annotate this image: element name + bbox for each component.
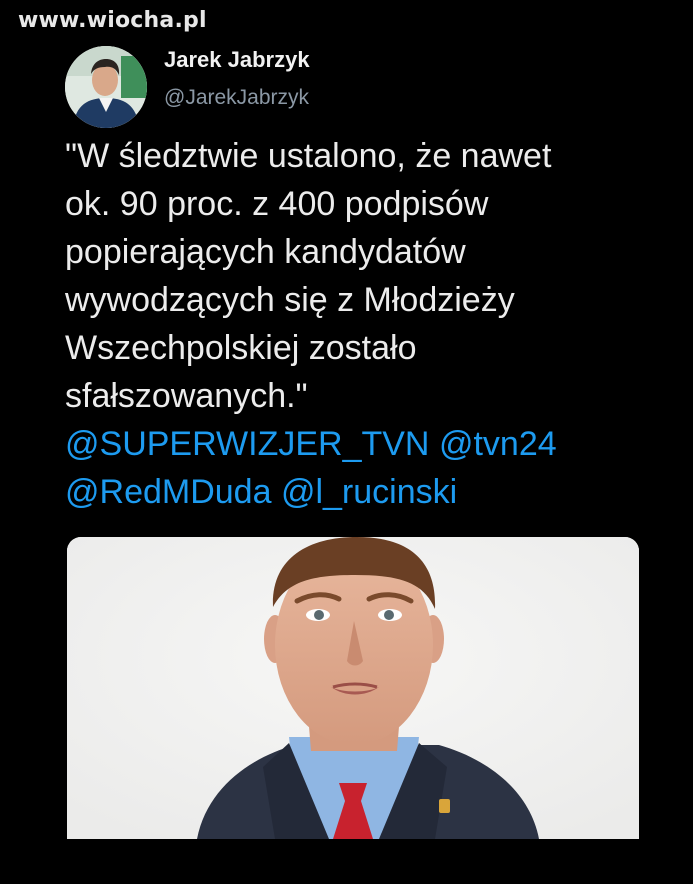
tweet: Jarek Jabrzyk @JarekJabrzyk "W śledztwie… <box>65 40 645 511</box>
tweet-mentions: @SUPERWIZJER_TVN @tvn24 @RedMDuda @l_ruc… <box>65 420 645 516</box>
mention-link[interactable]: @SUPERWIZJER_TVN <box>65 425 430 463</box>
mention-link[interactable]: @RedMDuda <box>65 473 272 511</box>
author-handle[interactable]: @JarekJabrzyk <box>164 86 309 110</box>
author-avatar[interactable] <box>65 46 147 128</box>
author-name[interactable]: Jarek Jabrzyk <box>164 47 310 73</box>
avatar-photo-icon <box>65 46 147 128</box>
tweet-text: "W śledztwie ustalono, że nawet ok. 90 p… <box>65 137 552 415</box>
tweet-media-photo[interactable] <box>67 537 639 839</box>
mention-link[interactable]: @l_rucinski <box>281 473 457 511</box>
site-watermark: www.wiocha.pl <box>18 8 207 33</box>
portrait-photo-icon <box>67 537 639 839</box>
tweet-author: Jarek Jabrzyk @JarekJabrzyk <box>65 40 645 128</box>
mention-link[interactable]: @tvn24 <box>439 425 557 463</box>
